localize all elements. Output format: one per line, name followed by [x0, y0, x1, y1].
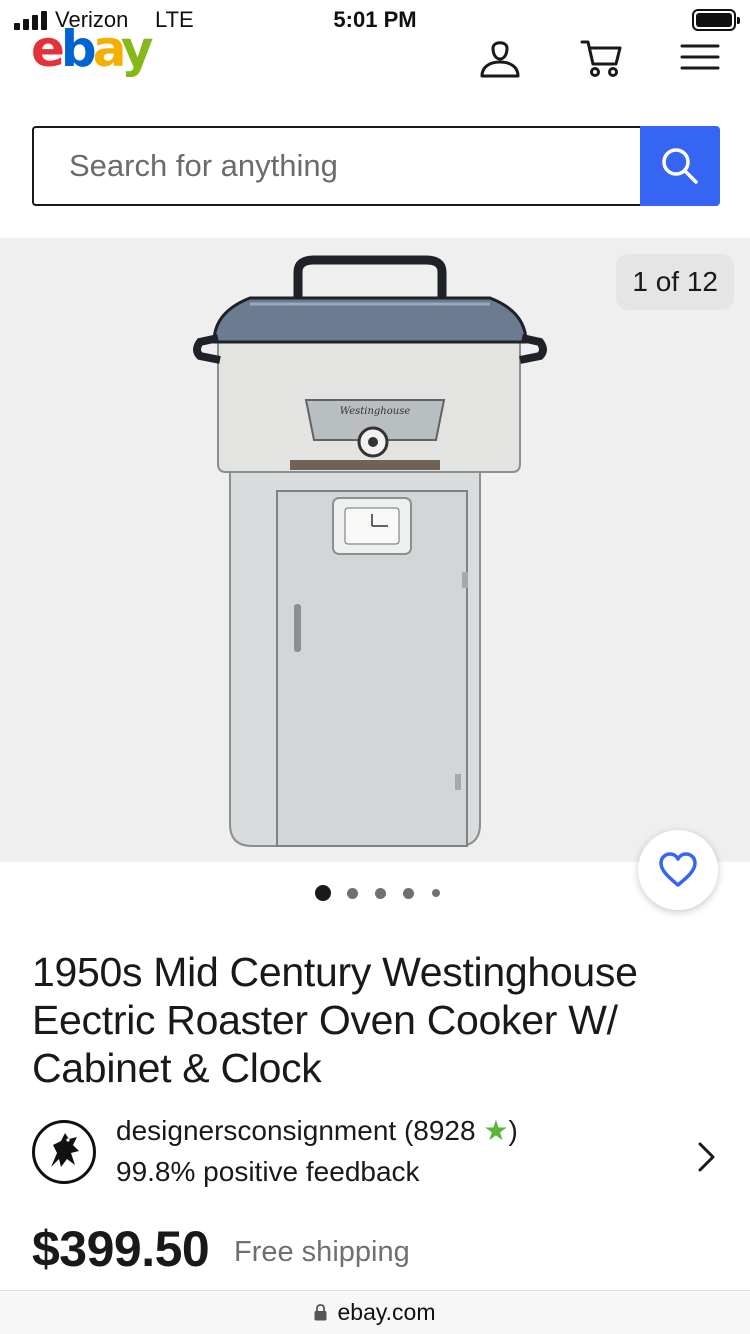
cart-icon[interactable]: [580, 36, 624, 80]
svg-text:ebay: ebay: [31, 28, 153, 78]
seller-info[interactable]: designersconsignment (8928 ★) 99.8% posi…: [32, 1110, 722, 1200]
chevron-right-icon[interactable]: [696, 1140, 718, 1174]
seller-name[interactable]: designersconsignment (8928 ★): [116, 1114, 518, 1147]
user-icon[interactable]: [478, 36, 522, 80]
search-box: [32, 126, 642, 206]
search-button[interactable]: [640, 126, 720, 206]
product-image-gallery[interactable]: Westinghouse 1 of 12: [0, 238, 750, 862]
menu-icon[interactable]: [678, 36, 722, 80]
url-text: ebay.com: [337, 1299, 436, 1325]
ebay-logo[interactable]: ebay: [31, 20, 171, 84]
pagination-dot[interactable]: [375, 888, 386, 899]
listing-title: 1950s Mid Century Westinghouse Eectric R…: [32, 949, 638, 1091]
star-icon: ★: [483, 1115, 509, 1146]
svg-text:Westinghouse: Westinghouse: [340, 406, 411, 417]
search-input[interactable]: [34, 128, 642, 204]
seller-feedback: 99.8% positive feedback: [116, 1156, 420, 1187]
shipping-info: Free shipping: [234, 1236, 410, 1268]
search-icon: [662, 148, 698, 184]
battery-icon: [692, 9, 740, 31]
pagination-dot[interactable]: [403, 888, 414, 899]
pagination-dot-active[interactable]: [315, 885, 331, 901]
product-image: Westinghouse: [190, 254, 560, 859]
browser-url-bar[interactable]: ebay.com: [0, 1290, 750, 1334]
lock-icon: [314, 1304, 327, 1321]
seller-avatar[interactable]: [32, 1120, 96, 1184]
pagination-dot[interactable]: [432, 889, 440, 897]
price: $399.50: [32, 1221, 210, 1277]
pagination-dot[interactable]: [347, 888, 358, 899]
image-pagination-dots[interactable]: [0, 884, 750, 902]
image-counter: 1 of 12: [616, 254, 734, 310]
